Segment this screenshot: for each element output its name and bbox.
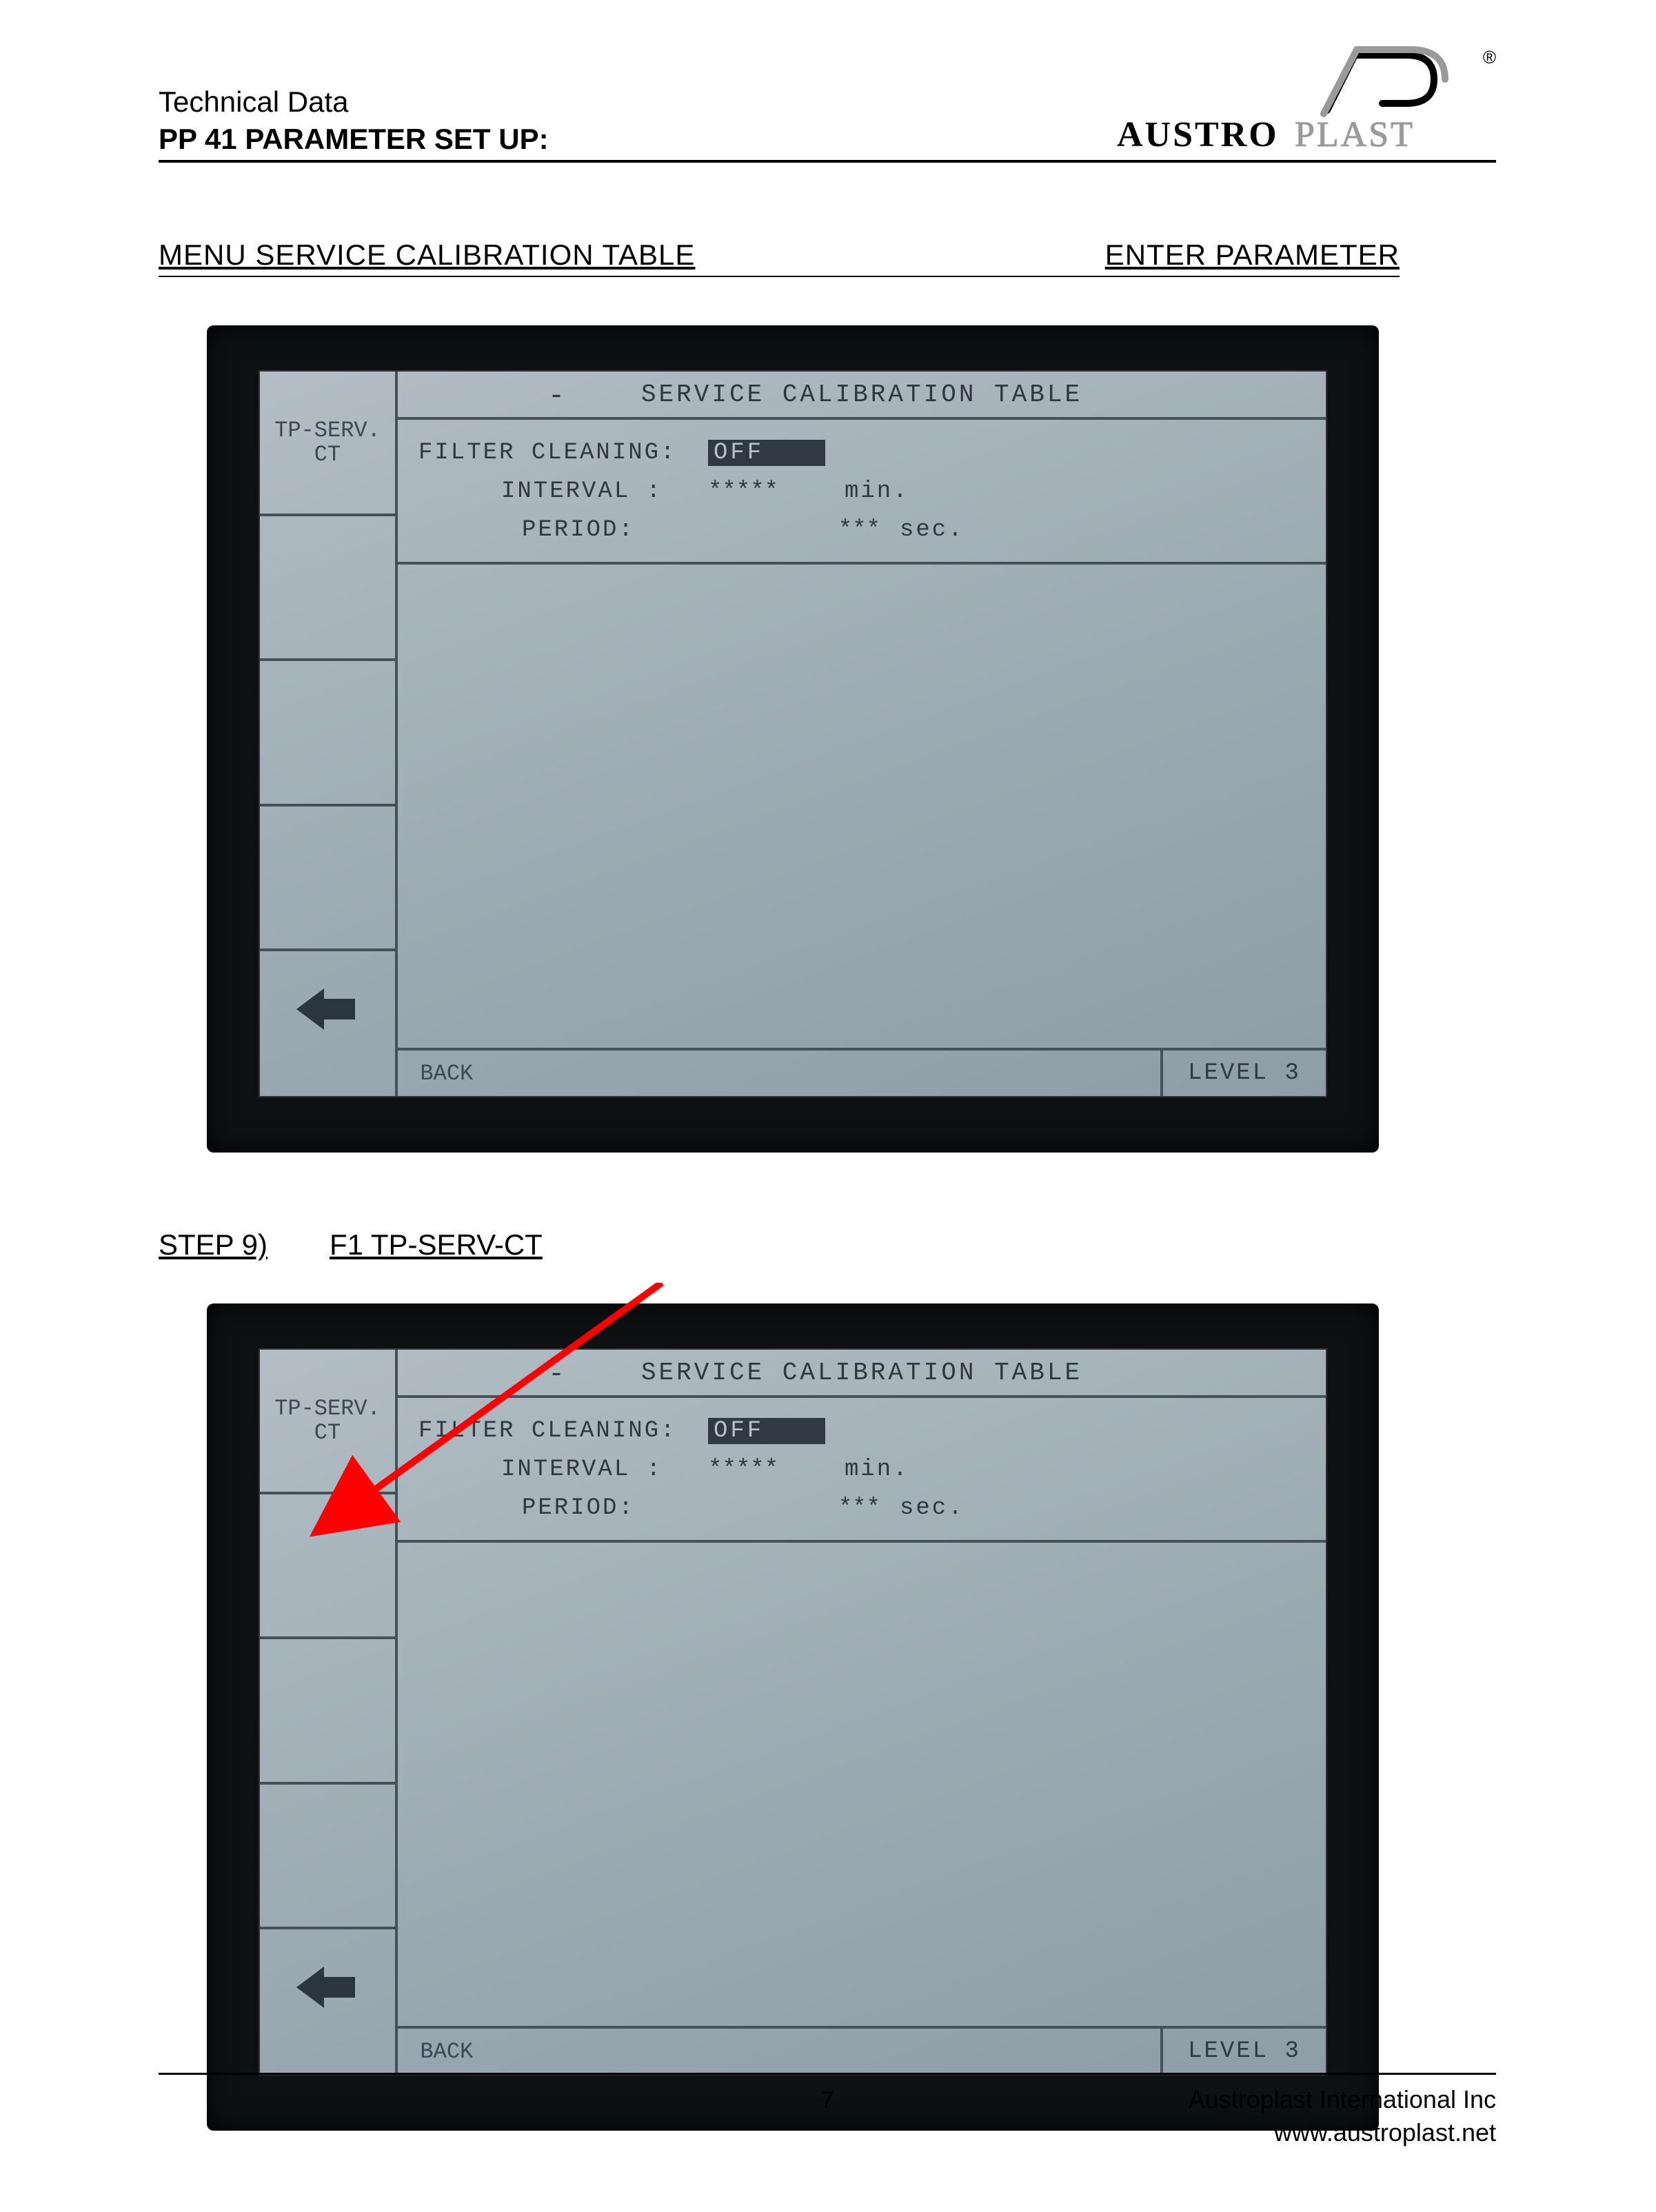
interval-label: INTERVAL : bbox=[418, 1457, 708, 1483]
arrow-left-icon bbox=[296, 985, 359, 1033]
parameter-panel: FILTER CLEANING: OFF INTERVAL : ***** mi… bbox=[398, 420, 1326, 565]
softkey-f1-tp-serv-ct[interactable]: TP-SERV. CT bbox=[260, 1350, 395, 1494]
period-unit: sec. bbox=[900, 517, 965, 543]
level-indicator: LEVEL 3 bbox=[1160, 1048, 1326, 1096]
page-footer: 7 Austroplast International Inc www.aust… bbox=[159, 2073, 1496, 2150]
arrow-left-icon bbox=[296, 1963, 359, 2011]
filter-cleaning-label: FILTER CLEANING: bbox=[418, 1418, 708, 1444]
company-name: Austroplast International Inc bbox=[1189, 2083, 1496, 2117]
softkey-f3[interactable] bbox=[260, 1639, 395, 1784]
technical-data-label: Technical Data bbox=[159, 85, 549, 119]
softkey-f2[interactable] bbox=[260, 516, 395, 661]
brand-text-bold: AUSTRO bbox=[1117, 115, 1279, 154]
brand-logo: ® AUSTRO PLAST bbox=[1110, 41, 1496, 159]
hmi-screenshot: TP-SERV. CT BACK bbox=[207, 325, 1379, 1153]
company-url: www.austroplast.net bbox=[1189, 2116, 1496, 2150]
document-header: Technical Data PP 41 PARAMETER SET UP: ®… bbox=[159, 41, 1496, 163]
brand-text-light: PLAST bbox=[1295, 115, 1415, 154]
level-indicator: LEVEL 3 bbox=[1160, 2026, 1326, 2074]
action-label: ENTER PARAMETER bbox=[1105, 239, 1400, 272]
hmi-screenshot: TP-SERV. CT BACK bbox=[207, 1303, 1379, 2131]
interval-unit: min. bbox=[845, 478, 909, 505]
interval-label: INTERVAL : bbox=[418, 478, 708, 505]
softkey-f2[interactable] bbox=[260, 1494, 395, 1639]
document-title: PP 41 PARAMETER SET UP: bbox=[159, 123, 549, 156]
period-label: PERIOD: bbox=[418, 517, 708, 543]
section-heading: MENU SERVICE CALIBRATION TABLE ENTER PAR… bbox=[159, 239, 1400, 277]
softkey-back[interactable]: BACK bbox=[260, 1929, 395, 2074]
registered-mark: ® bbox=[1483, 47, 1496, 68]
page-number: 7 bbox=[821, 2087, 834, 2114]
period-unit: sec. bbox=[900, 1495, 965, 1521]
filter-cleaning-label: FILTER CLEANING: bbox=[418, 440, 708, 466]
step-label: F1 TP-SERV-CT bbox=[330, 1228, 543, 1261]
menu-path-label: MENU SERVICE CALIBRATION TABLE bbox=[159, 239, 1064, 272]
step-number: STEP 9) bbox=[159, 1228, 267, 1261]
interval-unit: min. bbox=[845, 1457, 909, 1483]
filter-cleaning-value[interactable]: OFF bbox=[708, 440, 825, 466]
softkey-f4[interactable] bbox=[260, 806, 395, 951]
step-heading: STEP 9) F1 TP-SERV-CT bbox=[159, 1228, 1400, 1262]
parameter-panel: FILTER CLEANING: OFF INTERVAL : ***** mi… bbox=[398, 1398, 1326, 1543]
period-value[interactable]: *** bbox=[763, 1495, 880, 1521]
period-value[interactable]: *** bbox=[763, 517, 880, 543]
screen-title: - SERVICE CALIBRATION TABLE bbox=[398, 372, 1326, 420]
period-label: PERIOD: bbox=[418, 1495, 708, 1521]
interval-value[interactable]: ***** bbox=[708, 478, 825, 505]
screen-title: - SERVICE CALIBRATION TABLE bbox=[398, 1350, 1326, 1398]
softkey-column: TP-SERV. CT BACK bbox=[260, 1350, 398, 2074]
softkey-f3[interactable] bbox=[260, 661, 395, 806]
softkey-f4[interactable] bbox=[260, 1785, 395, 1929]
interval-value[interactable]: ***** bbox=[708, 1457, 825, 1483]
softkey-f1-tp-serv-ct[interactable]: TP-SERV. CT bbox=[260, 372, 395, 516]
filter-cleaning-value[interactable]: OFF bbox=[708, 1418, 825, 1444]
softkey-column: TP-SERV. CT BACK bbox=[260, 372, 398, 1096]
softkey-back[interactable]: BACK bbox=[260, 951, 395, 1096]
